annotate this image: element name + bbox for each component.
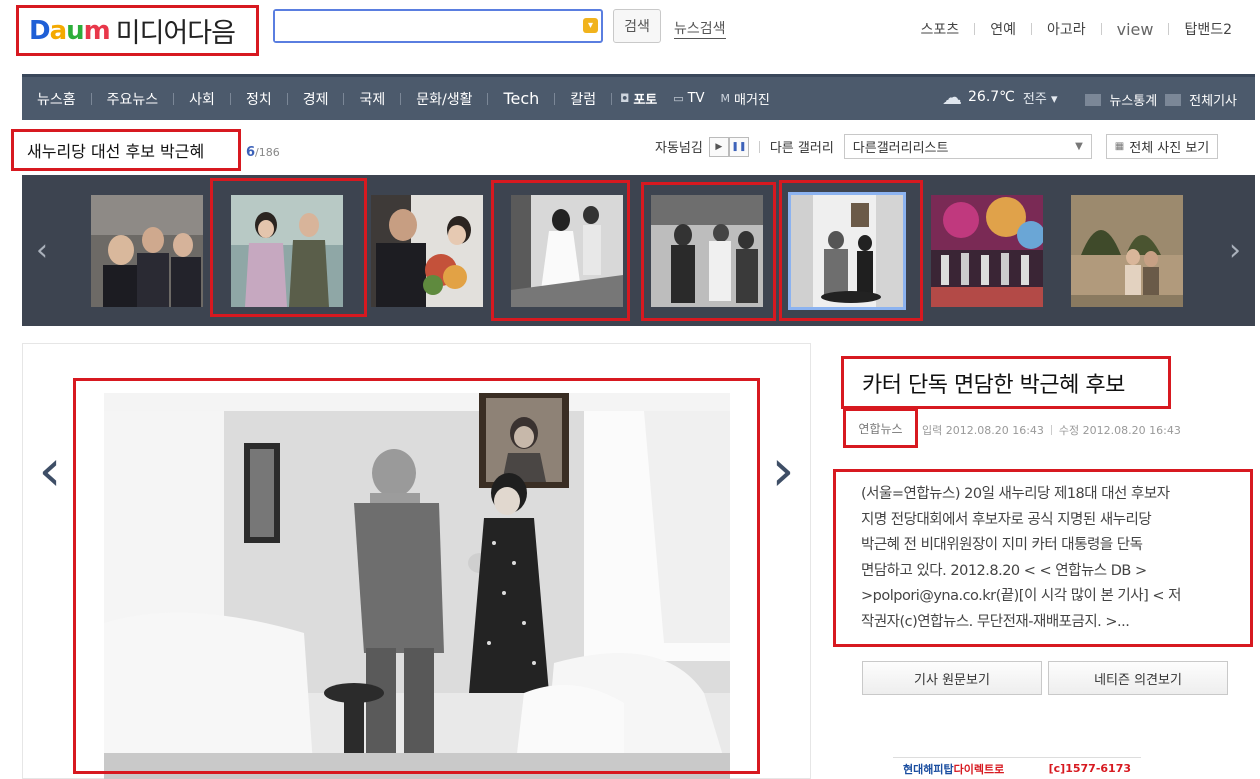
article-body-line: >polpori@yna.co.kr(끝)[이 시각 많이 본 기사] < 저: [861, 588, 1181, 604]
ad-banner[interactable]: 현대해피탑다이렉트로 [c]1577-6173: [893, 757, 1141, 779]
top-link-topband[interactable]: 탑밴드2: [1169, 19, 1232, 39]
highlight-box: [491, 180, 630, 321]
highlight-box: [210, 178, 367, 317]
nav-item-photo[interactable]: ◘ 포토: [612, 89, 665, 108]
view-all-photos-button[interactable]: ▦ 전체 사진 보기: [1105, 134, 1219, 159]
weather-city: 전주 ▾: [1022, 91, 1058, 107]
article-title: 카터 단독 면담한 박근혜 후보: [841, 356, 1171, 409]
nav-item-column[interactable]: 칼럼: [555, 89, 611, 109]
gallery-counter: 6/186: [246, 145, 280, 160]
divider: [1085, 93, 1102, 106]
thumbnail-3[interactable]: [371, 195, 483, 307]
gallery-tools: 자동넘김 ▶ ❚❚ 다른 갤러리 다른갤러리리스트 ▼ ▦ 전체 사진 보기: [655, 134, 1219, 159]
top-links: 스포츠 연예 아고라 view 탑밴드2: [906, 19, 1232, 39]
article-body-line: 지명 전당대회에서 후보자로 공식 지명된 새누리당: [861, 511, 1152, 528]
article-body-line: 면담하고 있다. 2012.8.20 < < 연합뉴스 DB >: [861, 562, 1147, 579]
thumbnail-8[interactable]: [1071, 195, 1183, 307]
search-input[interactable]: [275, 11, 575, 41]
nav-item-politics[interactable]: 정치: [231, 89, 287, 109]
nav-item-top-news[interactable]: 주요뉴스: [92, 89, 174, 109]
top-link-agora[interactable]: 아고라: [1032, 19, 1101, 39]
play-icon[interactable]: ▶: [708, 136, 729, 157]
autoplay-label: 자동넘김: [655, 141, 703, 156]
article-meta: 입력 2012.08.20 16:43 수정 2012.08.20 16:43: [922, 422, 1181, 438]
thumbnail-image: [91, 195, 203, 307]
nav-link-news-stats[interactable]: 뉴스통계: [1101, 90, 1165, 109]
autoplay-controls: ▶ ❚❚: [708, 136, 749, 157]
gallery-title: 새누리당 대선 후보 박근혜: [11, 129, 241, 171]
main-nav: 뉴스홈 주요뉴스 사회 정치 경제 국제 문화/생활 Tech 칼럼 ◘ 포토 …: [22, 74, 1255, 120]
article-body-line: 박근혜 전 비대위원장이 지미 카터 대통령을 단독: [861, 537, 1143, 553]
chevron-down-icon: ▼: [1075, 141, 1083, 152]
nav-item-international[interactable]: 국제: [344, 89, 400, 109]
top-link-view[interactable]: view: [1102, 20, 1169, 39]
strip-prev-arrow-icon[interactable]: ‹: [22, 175, 62, 326]
view-netizen-opinions-button[interactable]: 네티즌 의견보기: [1048, 661, 1228, 695]
nav-item-magazine-label: 매거진: [734, 93, 770, 108]
divider: [1050, 425, 1052, 435]
nav-item-tv-label: TV: [687, 91, 705, 106]
thumbnail-image: [371, 195, 483, 307]
header: Daum 미디어다음 ▾ 검색 뉴스검색 스포츠 연예 아고라 view 탑밴드…: [0, 0, 1260, 62]
highlight-box: [641, 182, 776, 321]
thumbnail-image: [1071, 195, 1183, 307]
logo-text: 미디어다음: [115, 18, 236, 49]
tv-icon: ▭: [673, 92, 684, 105]
partly-cloudy-icon: ☁: [942, 85, 962, 109]
view-all-photos-label: 전체 사진 보기: [1129, 141, 1210, 156]
search-dropdown-icon[interactable]: ▾: [583, 18, 598, 33]
nav-right-links: 뉴스통계 전체기사: [1085, 90, 1245, 109]
article-source[interactable]: 연합뉴스: [843, 408, 918, 448]
search-box: ▾: [273, 9, 603, 43]
article-body-line: 작권자(c)연합뉴스. 무단전재-재배포금지. >...: [861, 613, 1130, 630]
nav-link-all-articles[interactable]: 전체기사: [1181, 90, 1245, 109]
article-edit-time: 수정 2012.08.20 16:43: [1058, 424, 1181, 437]
pause-icon[interactable]: ❚❚: [728, 136, 749, 157]
strip-next-arrow-icon[interactable]: ›: [1215, 175, 1255, 326]
camera-icon: ◘: [620, 92, 630, 105]
photo-prev-arrow-icon[interactable]: ‹: [30, 430, 70, 510]
nav-item-tv[interactable]: ▭ TV: [665, 91, 712, 106]
nav-item-culture[interactable]: 문화/생활: [401, 89, 487, 109]
nav-item-tech[interactable]: Tech: [488, 89, 554, 108]
ad-brand: 현대해피탑다이렉트로: [903, 762, 1005, 776]
weather-widget[interactable]: ☁ 26.7℃ 전주 ▾: [942, 85, 1058, 109]
thumbnail-1[interactable]: [91, 195, 203, 307]
other-gallery-label: 다른 갤러리: [769, 141, 834, 156]
other-gallery-select[interactable]: 다른갤러리리스트 ▼: [843, 134, 1092, 159]
article-body: (서울=연합뉴스) 20일 새누리당 제18대 대선 후보자 지명 전당대회에서…: [833, 469, 1253, 647]
nav-item-society[interactable]: 사회: [174, 89, 230, 109]
nav-item-photo-label: 포토: [633, 93, 658, 108]
thumbnail-7[interactable]: [931, 195, 1043, 307]
thumbnail-strip: ‹ ›: [22, 175, 1255, 326]
weather-temp: 26.7℃: [968, 89, 1015, 105]
nav-item-magazine[interactable]: M 매거진: [713, 89, 778, 108]
nav-item-news-home[interactable]: 뉴스홈: [22, 89, 91, 109]
other-gallery-select-value: 다른갤러리리스트: [852, 141, 949, 156]
top-link-sports[interactable]: 스포츠: [906, 19, 975, 39]
daum-logo-mark: Daum: [29, 15, 111, 46]
divider: [1165, 93, 1182, 106]
news-search-link[interactable]: 뉴스검색: [674, 18, 726, 39]
grid-icon: ▦: [1114, 141, 1125, 152]
article-body-line: (서울=연합뉴스) 20일 새누리당 제18대 대선 후보자: [861, 486, 1170, 502]
article-input-time: 입력 2012.08.20 16:43: [922, 424, 1044, 437]
ad-phone: [c]1577-6173: [1048, 762, 1131, 775]
thumbnail-image: [931, 195, 1043, 307]
photo-next-arrow-icon[interactable]: ›: [763, 430, 803, 510]
photo-highlight-box: [73, 378, 760, 774]
highlight-box: [779, 180, 923, 321]
top-link-entertainment[interactable]: 연예: [975, 19, 1031, 39]
view-original-article-button[interactable]: 기사 원문보기: [862, 661, 1042, 695]
nav-item-economy[interactable]: 경제: [288, 89, 344, 109]
divider: [758, 140, 760, 153]
magazine-icon: M: [720, 92, 731, 105]
daum-logo[interactable]: Daum 미디어다음: [16, 5, 259, 56]
search-button[interactable]: 검색: [613, 9, 661, 43]
